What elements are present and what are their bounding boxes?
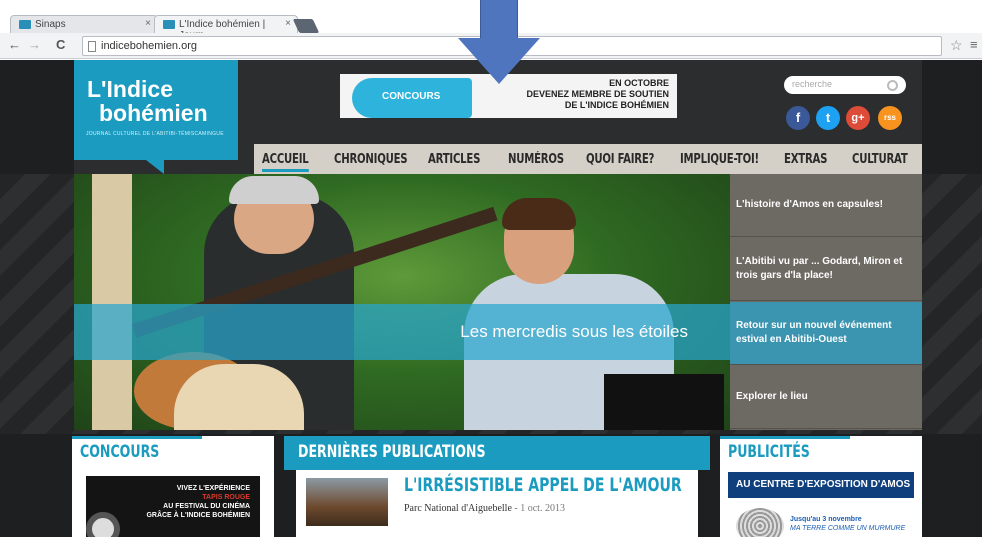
concours-ad-line3: AU FESTIVAL DU CINÉMA	[163, 503, 250, 510]
banner-line3: DE L'INDICE BOHÉMIEN	[564, 100, 669, 110]
logo-line2: bohémien	[99, 100, 208, 126]
nav-culturat[interactable]: CULTURAT	[852, 152, 908, 167]
publicite-box[interactable]: AU CENTRE D'EXPOSITION D'AMOS	[728, 472, 914, 498]
article-date: - 1 oct. 2013	[511, 503, 565, 514]
page-icon	[88, 41, 96, 52]
feature-item[interactable]: Explorer le lieu	[730, 366, 922, 429]
article-title[interactable]: L'IRRÉSISTIBLE APPEL DE L'AMOUR	[404, 474, 682, 496]
site-logo[interactable]: L'Indice bohémien JOURNAL CULTUREL DE L'…	[74, 60, 238, 160]
concours-ad-line2: TAPIS ROUGE	[202, 494, 250, 501]
rss-icon[interactable]: rss	[878, 106, 902, 130]
publicite-subtitle: MA TERRE COMME UN MURMURE	[790, 525, 906, 532]
publicites-title: PUBLICITÉS	[728, 442, 810, 462]
facebook-icon[interactable]: f	[786, 106, 810, 130]
nav-articles[interactable]: ARTICLES	[428, 152, 480, 167]
nav-implique-toi[interactable]: IMPLIQUE-TOI!	[680, 152, 759, 167]
tab-favicon-icon	[19, 20, 31, 29]
article-location: Parc National d'Aiguebelle	[404, 503, 512, 514]
tab-sinaps[interactable]: Sinaps ×	[10, 15, 158, 33]
hero-third-person	[174, 364, 304, 430]
logo-tagline: JOURNAL CULTUREL DE L'ABITIBI-TÉMISCAMIN…	[86, 131, 224, 137]
close-tab-icon[interactable]: ×	[145, 18, 151, 29]
feature-list: L'histoire d'Amos en capsules! L'Abitibi…	[730, 174, 922, 430]
tab-favicon-icon	[163, 20, 175, 29]
publicite-image[interactable]	[736, 508, 784, 537]
logo-tail	[146, 160, 164, 174]
tab-label: Sinaps	[35, 19, 66, 30]
feature-item[interactable]: L'histoire d'Amos en capsules!	[730, 174, 922, 237]
nav-chroniques[interactable]: CHRONIQUES	[334, 152, 408, 167]
concours-ad-line4: GRÂCE À L'INDICE BOHÉMIEN	[146, 512, 250, 519]
twitter-icon[interactable]: t	[816, 106, 840, 130]
logo-line1: L'Indice	[87, 76, 173, 102]
main-nav: ACCUEIL CHRONIQUES ARTICLES NUMÉROS QUOI…	[254, 144, 922, 174]
bookmark-star-icon[interactable]: ☆	[950, 37, 963, 54]
website: L'Indice bohémien JOURNAL CULTUREL DE L'…	[0, 60, 982, 537]
publications-title: DERNIÈRES PUBLICATIONS	[298, 442, 486, 462]
concours-ad[interactable]: VIVEZ L'EXPÉRIENCE TAPIS ROUGE AU FESTIV…	[86, 476, 260, 537]
nav-accueil[interactable]: ACCUEIL	[262, 152, 309, 172]
banner-line2: DEVENEZ MEMBRE DE SOUTIEN	[526, 89, 669, 99]
search-input[interactable]: recherche	[784, 76, 906, 94]
nav-quoi-faire[interactable]: QUOI FAIRE?	[586, 152, 654, 167]
forward-arrow-icon[interactable]: →	[28, 37, 41, 52]
panel-accent-bar	[720, 436, 850, 439]
menu-icon[interactable]: ≡	[970, 37, 978, 52]
nav-extras[interactable]: EXTRAS	[784, 152, 827, 167]
back-arrow-icon[interactable]: ←	[8, 37, 21, 52]
hero-caption: Les mercredis sous les étoiles	[460, 322, 688, 341]
concours-ad-text: VIVEZ L'EXPÉRIENCE TAPIS ROUGE AU FESTIV…	[110, 484, 250, 520]
hero-music-stand	[604, 374, 724, 430]
concours-ad-line1: VIVEZ L'EXPÉRIENCE	[176, 485, 250, 492]
google-plus-icon[interactable]: g+	[846, 106, 870, 130]
hero-singer-hair	[502, 198, 576, 230]
panel-accent-bar	[72, 436, 202, 439]
feature-item[interactable]: L'Abitibi vu par ... Godard, Miron et tr…	[730, 238, 922, 301]
tab-indice-bohemien[interactable]: L'Indice bohémien | Journ ×	[154, 15, 298, 41]
article-meta: Parc National d'Aiguebelle - 1 oct. 2013	[404, 503, 565, 514]
url-text: indicebohemien.org	[101, 40, 198, 52]
concours-title: CONCOURS	[80, 442, 160, 462]
banner-badge: CONCOURS	[382, 91, 441, 102]
article-thumbnail[interactable]	[306, 478, 388, 526]
reload-icon[interactable]: C	[56, 37, 65, 52]
nav-numeros[interactable]: NUMÉROS	[508, 152, 564, 167]
hero-pillar	[92, 174, 132, 430]
annotation-arrow-head	[458, 38, 540, 84]
close-tab-icon[interactable]: ×	[285, 18, 291, 29]
hero-cap	[229, 176, 319, 204]
feature-item-active[interactable]: Retour sur un nouvel événement estival e…	[730, 302, 922, 365]
annotation-arrow-shaft	[480, 0, 518, 38]
hero-slider[interactable]: Les mercredis sous les étoiles	[74, 174, 730, 430]
publicite-date: Jusqu'au 3 novembre	[790, 516, 862, 523]
screenshot-root: Sinaps × L'Indice bohémien | Journ × ← →…	[0, 0, 982, 537]
